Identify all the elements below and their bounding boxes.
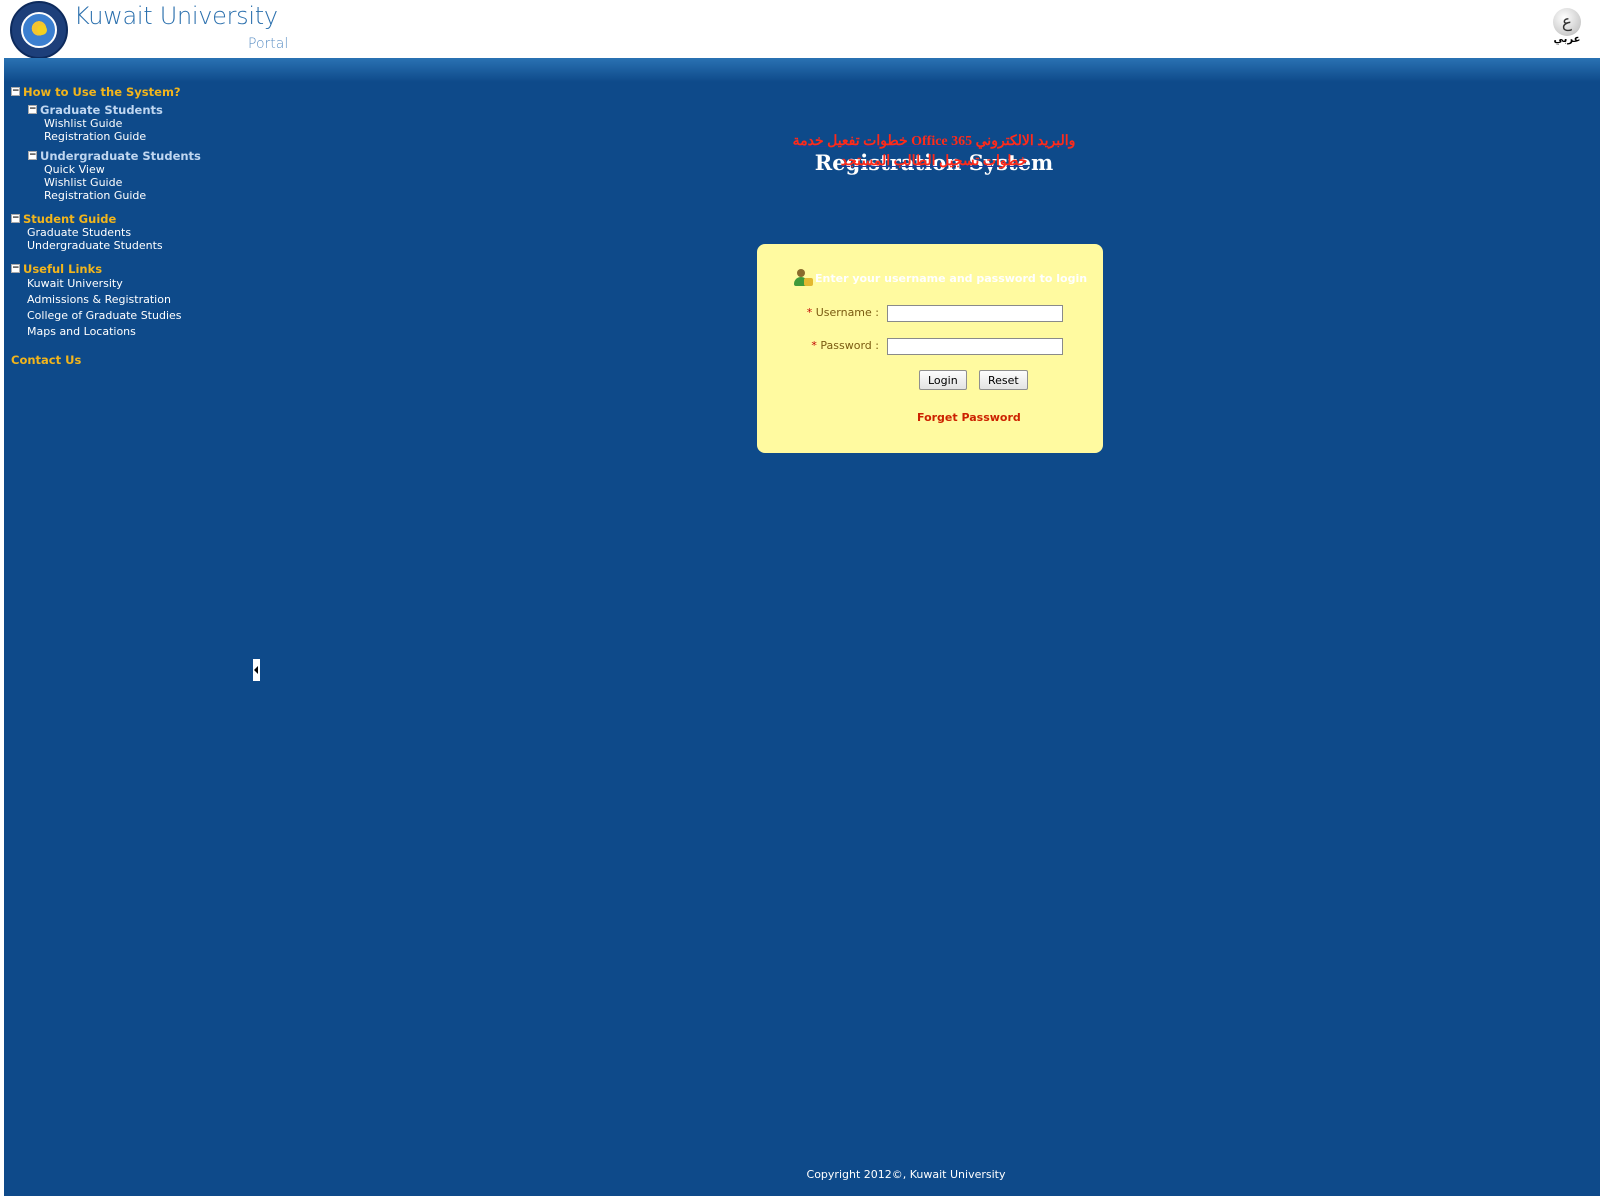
sidebar-link-maps[interactable]: Maps and Locations (27, 324, 251, 340)
subsection-title: Undergraduate Students (40, 148, 201, 163)
sidebar-subsection-graduate[interactable]: − Graduate Students (28, 102, 251, 117)
sidebar-link-guide-undergraduate[interactable]: Undergraduate Students (27, 239, 251, 252)
subsection-title: Graduate Students (40, 102, 163, 117)
username-input[interactable] (887, 305, 1063, 322)
sidebar-section-student-guide[interactable]: − Student Guide (11, 211, 251, 226)
new-student-registration-link[interactable]: خطوات تسجيل الطالب المستجد (704, 153, 1164, 170)
office365-notice-link[interactable]: خطوات تفعيل خدمة Office 365 والبريد الال… (704, 133, 1164, 150)
sidebar-link-graduate-college[interactable]: College of Graduate Studies (27, 308, 251, 324)
sidebar-link-admissions[interactable]: Admissions & Registration (27, 292, 251, 308)
login-instruction: Enter your username and password to logi… (815, 271, 1088, 285)
page-header: Kuwait University Portal ع عربي (0, 0, 1600, 59)
login-button[interactable]: Login (919, 370, 967, 390)
username-label: * Username : (806, 306, 879, 319)
seal-emblem-icon (21, 12, 57, 48)
login-heading: Enter your username and password to logi… (793, 268, 1087, 288)
brand-title: Kuwait University (74, 2, 278, 30)
sun-icon (37, 25, 47, 35)
sidebar-collapse-handle[interactable] (253, 659, 260, 681)
collapse-toggle-icon[interactable]: − (11, 87, 20, 96)
top-gradient-bar (4, 58, 1600, 82)
section-title: How to Use the System? (23, 84, 181, 99)
sidebar-link-guide-graduate[interactable]: Graduate Students (27, 226, 251, 239)
sidebar-menu: − How to Use the System? − Graduate Stud… (11, 84, 251, 367)
collapse-toggle-icon[interactable]: − (11, 214, 20, 223)
password-label: * Password : (811, 339, 879, 352)
sidebar-link-ug-wishlist[interactable]: Wishlist Guide (44, 176, 251, 189)
section-title: Useful Links (23, 261, 103, 276)
collapse-toggle-icon[interactable]: − (28, 151, 37, 160)
user-key-icon (793, 268, 813, 288)
login-panel: Enter your username and password to logi… (757, 244, 1103, 453)
password-row: * Password : (757, 337, 1103, 357)
sidebar-subsection-undergraduate[interactable]: − Undergraduate Students (28, 148, 251, 163)
username-row: * Username : (757, 304, 1103, 324)
main-area: − How to Use the System? − Graduate Stud… (4, 58, 1600, 1196)
sidebar-link-grad-wishlist[interactable]: Wishlist Guide (44, 117, 251, 130)
university-seal-logo[interactable] (10, 1, 68, 59)
sidebar-link-kuwait-university[interactable]: Kuwait University (27, 276, 251, 292)
sidebar-section-useful-links[interactable]: − Useful Links (11, 261, 251, 276)
collapse-toggle-icon[interactable]: − (28, 105, 37, 114)
footer-copyright: Copyright 2012©, Kuwait University (806, 1168, 1006, 1181)
arabic-language-icon: ع (1553, 8, 1581, 36)
sidebar-link-ug-registration[interactable]: Registration Guide (44, 189, 251, 202)
forget-password-link[interactable]: Forget Password (917, 411, 1021, 424)
language-label: عربي (1553, 34, 1581, 45)
password-input[interactable] (887, 338, 1063, 355)
sidebar-section-useful-links-group: − Useful Links Kuwait University Admissi… (11, 261, 251, 340)
brand-subtitle: Portal (248, 36, 289, 52)
section-title: Student Guide (23, 211, 117, 226)
sidebar-section-how-to[interactable]: − How to Use the System? (11, 84, 251, 99)
reset-button[interactable]: Reset (979, 370, 1028, 390)
sidebar-link-ug-quick-view[interactable]: Quick View (44, 163, 251, 176)
language-switch-button[interactable]: ع عربي (1552, 8, 1582, 45)
sidebar-link-grad-registration[interactable]: Registration Guide (44, 130, 251, 143)
sidebar-link-contact-us[interactable]: Contact Us (11, 352, 251, 367)
collapse-toggle-icon[interactable]: − (11, 264, 20, 273)
